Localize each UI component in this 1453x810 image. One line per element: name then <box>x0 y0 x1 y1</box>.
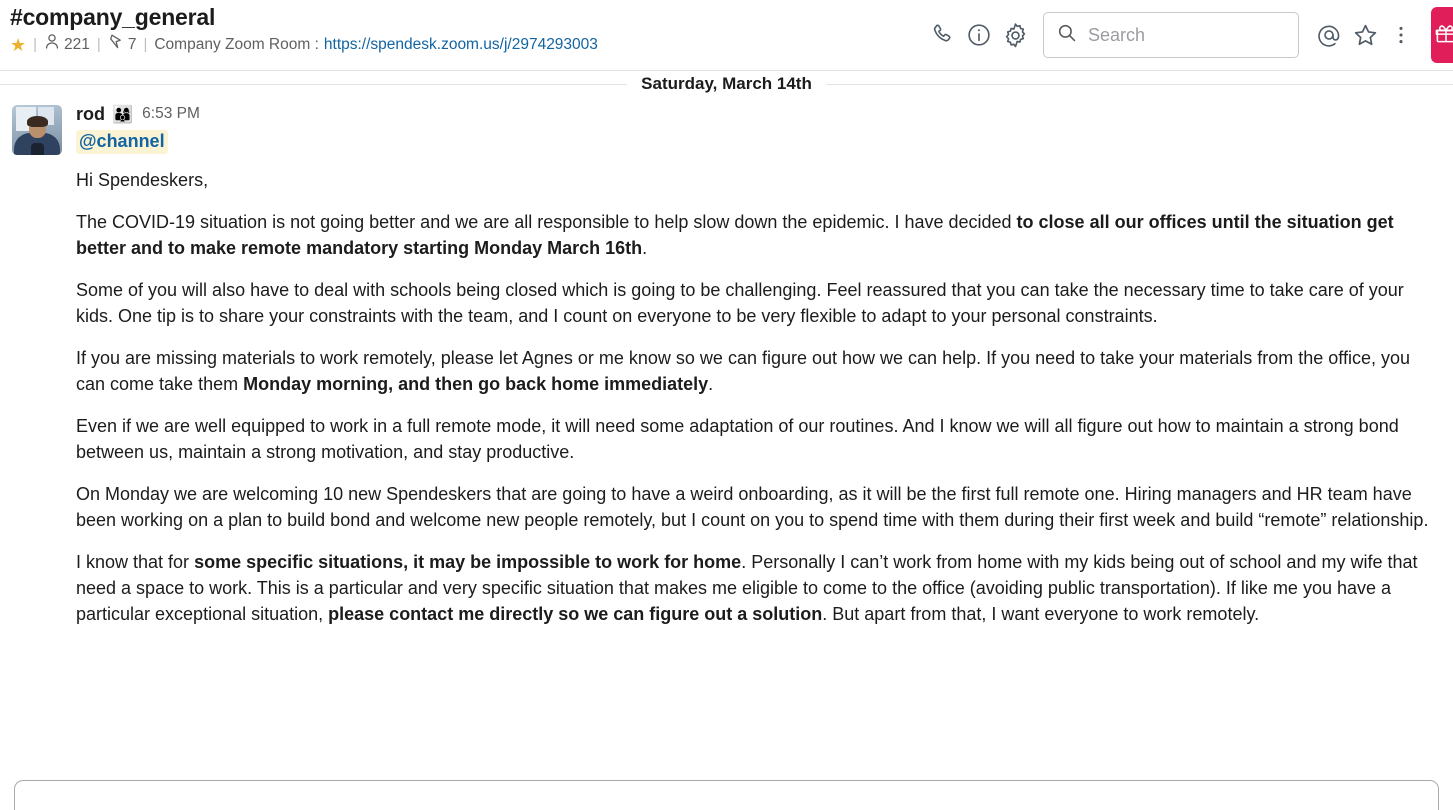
search-input[interactable]: Search <box>1043 12 1299 58</box>
family-emoji-icon: 👨‍👩‍👦 <box>112 104 134 124</box>
channel-header-actions: Search <box>925 7 1453 63</box>
mentions-button[interactable] <box>1311 17 1347 53</box>
members-button[interactable]: 221 <box>44 33 90 57</box>
date-divider-line-right <box>825 83 1453 85</box>
meta-separator-1: | <box>33 36 38 53</box>
p2-part-a: The COVID-19 situation is not going bett… <box>76 212 1017 232</box>
star-channel-button[interactable]: ★ <box>10 36 26 54</box>
settings-button[interactable] <box>997 17 1033 53</box>
date-divider-line-left <box>0 83 628 85</box>
paragraph-materials: If you are missing materials to work rem… <box>76 345 1437 397</box>
p4-part-c: . <box>708 374 714 394</box>
person-icon <box>44 33 60 57</box>
search-placeholder: Search <box>1088 25 1146 45</box>
members-count: 221 <box>64 36 90 53</box>
meta-separator-3: | <box>143 36 148 53</box>
pin-icon <box>108 33 124 57</box>
message-header: rod 👨‍👩‍👦 6:53 PM <box>76 103 1437 125</box>
message-text: Hi Spendeskers, The COVID-19 situation i… <box>76 167 1437 627</box>
paragraph-greeting: Hi Spendeskers, <box>76 170 209 190</box>
message-body: rod 👨‍👩‍👦 6:53 PM @channel Hi Spendesker… <box>76 101 1437 627</box>
info-circle-icon <box>966 22 992 48</box>
channel-mention[interactable]: @channel <box>76 130 168 154</box>
p4-part-bold: Monday morning, and then go back home im… <box>243 374 709 394</box>
avatar-shirt <box>31 143 44 155</box>
p7-part-bold-2: please contact me directly so we can fig… <box>328 604 823 624</box>
pins-button[interactable]: 7 <box>108 33 137 57</box>
kebab-menu-icon <box>1390 23 1412 47</box>
date-divider: Saturday, March 14th <box>0 71 1453 97</box>
avatar[interactable] <box>12 105 62 155</box>
paragraph-onboarding: On Monday we are welcoming 10 new Spende… <box>76 484 1429 530</box>
pins-count: 7 <box>127 36 137 53</box>
channel-meta-bar: ★ | 221 | 7 | Company Zoom Room: https:… <box>10 33 598 57</box>
channel-header: #company_general ★ | 221 | 7 | Company Z… <box>0 0 1453 71</box>
p7-part-e: . But apart from that, I want everyone t… <box>822 604 1260 624</box>
paragraph-schools: Some of you will also have to deal with … <box>76 280 1404 326</box>
meta-separator-2: | <box>96 36 101 53</box>
p7-part-a: I know that for <box>76 552 195 572</box>
paragraph-remote-adaptation: Even if we are well equipped to work in … <box>76 416 1399 462</box>
star-filled-icon: ★ <box>10 35 27 55</box>
at-mention-icon <box>1316 22 1342 48</box>
paragraph-covid-decision: The COVID-19 situation is not going bett… <box>76 209 1437 261</box>
message-composer[interactable] <box>14 780 1439 810</box>
channel-header-left: #company_general ★ | 221 | 7 | Company Z… <box>10 2 598 57</box>
avatar-hair <box>27 116 48 127</box>
mention-line: @channel <box>76 125 1437 154</box>
channel-info-button[interactable] <box>961 17 997 53</box>
channel-topic-label[interactable]: Company Zoom Room : <box>154 34 319 56</box>
message: rod 👨‍👩‍👦 6:53 PM @channel Hi Spendesker… <box>0 97 1453 627</box>
message-timestamp[interactable]: 6:53 PM <box>142 103 200 125</box>
search-icon <box>1057 23 1077 48</box>
more-options-button[interactable] <box>1383 17 1419 53</box>
message-author[interactable]: rod <box>76 103 105 125</box>
phone-icon <box>930 22 956 48</box>
date-divider-label[interactable]: Saturday, March 14th <box>627 74 826 94</box>
p2-part-c: . <box>642 238 648 258</box>
paragraph-exceptions: I know that for some specific situations… <box>76 549 1437 627</box>
saved-items-button[interactable] <box>1347 17 1383 53</box>
gift-button[interactable] <box>1431 7 1453 63</box>
p7-part-bold-1: some specific situations, it may be impo… <box>194 552 742 572</box>
channel-title[interactable]: #company_general <box>10 2 598 32</box>
channel-topic-link[interactable]: https://spendesk.zoom.us/j/2974293003 <box>324 34 598 56</box>
star-outline-icon <box>1352 22 1379 49</box>
gear-icon <box>1002 22 1029 49</box>
gift-icon <box>1435 21 1453 50</box>
message-list[interactable]: Saturday, March 14th rod 👨‍👩‍👦 6:53 PM @… <box>0 71 1453 810</box>
call-button[interactable] <box>925 17 961 53</box>
